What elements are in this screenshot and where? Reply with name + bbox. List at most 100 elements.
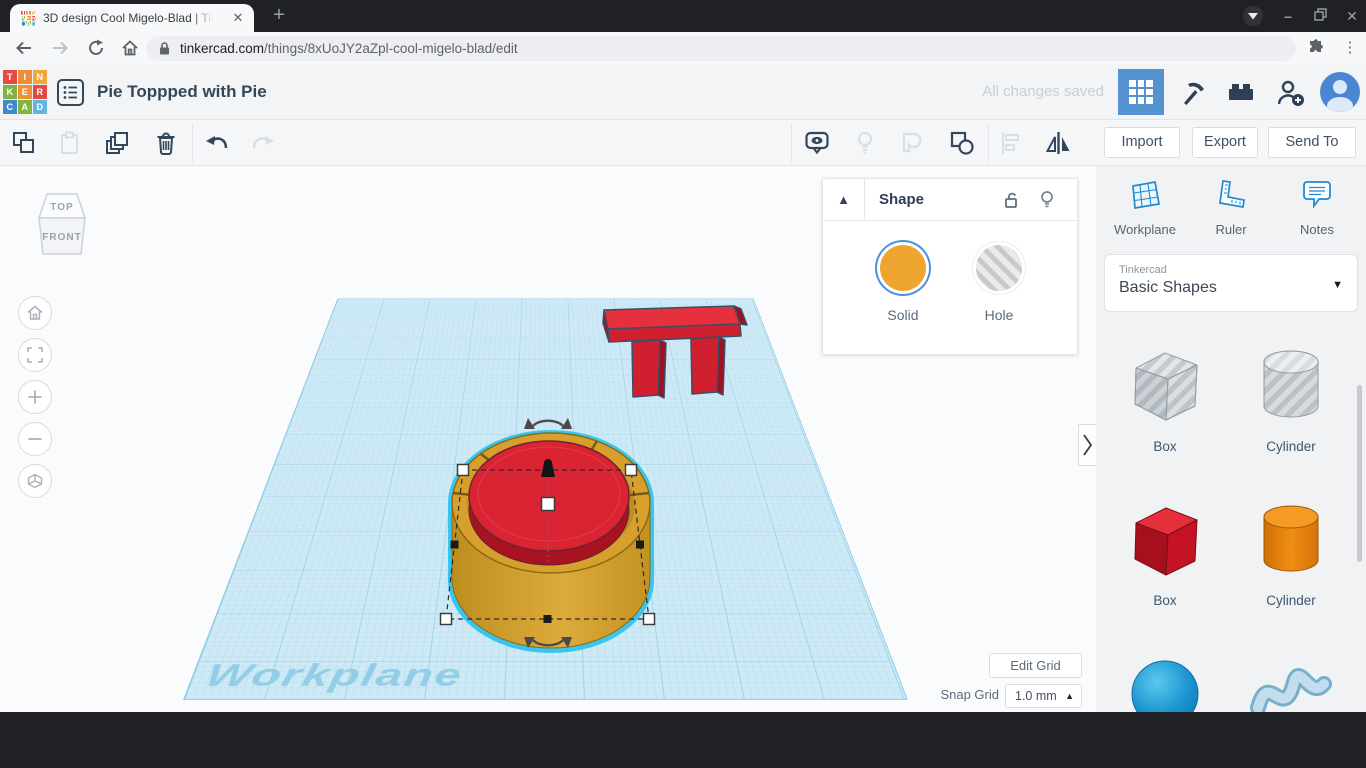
profile-avatar[interactable] [1320, 72, 1360, 112]
perspective-toggle-button[interactable] [18, 464, 52, 498]
shape-library-dropdown[interactable]: Tinkercad Basic Shapes ▼ [1104, 254, 1358, 312]
undo-icon[interactable] [201, 129, 233, 157]
blocks-view-button[interactable] [1118, 69, 1164, 115]
shape-scribble[interactable] [1232, 652, 1350, 712]
unlock-icon[interactable] [1001, 190, 1021, 210]
hole-label: Hole [984, 307, 1014, 323]
workplane-tool-label: Workplane [1114, 222, 1176, 237]
extensions-puzzle-icon[interactable] [1306, 38, 1326, 58]
svg-text:TOP: TOP [50, 202, 73, 213]
chromeos-shelf: K S 2 5:06 [0, 712, 1366, 768]
light-bulb-icon[interactable] [849, 129, 881, 157]
shape-sphere-blue[interactable] [1106, 652, 1224, 712]
shape-label: Cylinder [1266, 439, 1316, 454]
snap-grid-label: Snap Grid [940, 687, 999, 702]
browser-menu-icon[interactable]: ⋮ [1340, 36, 1360, 60]
shapes-sidebar: Workplane Ruler Notes Tinkercad Basic Sh… [1096, 166, 1366, 712]
shape-cylinder-striped[interactable]: Cylinder [1232, 344, 1350, 454]
autosave-status: All changes saved [982, 83, 1104, 100]
url-text: tinkercad.com/things/8xUoJY2aZpl-cool-mi… [180, 36, 518, 61]
new-tab-button[interactable]: + [268, 5, 290, 27]
screen: TIN KER CAD 3D design Cool Migelo-Blad |… [0, 0, 1366, 768]
window-close-button[interactable]: ✕ [1340, 4, 1364, 28]
tab-search-icon[interactable] [1243, 6, 1263, 26]
browser-tab[interactable]: TIN KER CAD 3D design Cool Migelo-Blad |… [10, 4, 254, 32]
home-icon[interactable] [120, 38, 140, 58]
window-minimize-button[interactable]: – [1276, 4, 1300, 28]
home-view-button[interactable] [18, 296, 52, 330]
minecraft-pickaxe-icon[interactable] [1166, 77, 1216, 107]
redo-icon[interactable] [247, 129, 279, 157]
tinkercad-logo[interactable]: TIN KER CAD [3, 70, 47, 114]
lego-brick-icon[interactable] [1216, 77, 1266, 107]
sphere-icon [1131, 660, 1199, 712]
inspector-header: ▲ Shape [823, 179, 1077, 221]
tinkercad-header: TIN KER CAD Pie Toppped with Pie All cha… [0, 64, 1366, 120]
shape-box-red[interactable]: Box [1106, 498, 1224, 608]
notes-icon [1303, 181, 1331, 209]
toolbar-divider [791, 124, 792, 162]
design-title[interactable]: Pie Toppped with Pie [97, 64, 267, 120]
dropdown-caret-icon: ▼ [1332, 279, 1343, 291]
shape-label: Cylinder [1266, 593, 1316, 608]
solid-swatch[interactable] [880, 245, 926, 291]
export-button[interactable]: Export [1192, 127, 1258, 158]
group-icon[interactable] [897, 129, 929, 157]
copy-icon[interactable] [8, 129, 40, 157]
grid-icon [1129, 80, 1153, 104]
notes-tool[interactable]: Notes [1274, 178, 1360, 237]
ruler-tool[interactable]: Ruler [1188, 178, 1274, 237]
paste-icon[interactable] [54, 129, 86, 157]
cylinder-orange-icon [1263, 505, 1319, 572]
reload-icon[interactable] [86, 38, 106, 58]
tab-title-fade [191, 4, 223, 32]
cylinder-striped-icon [1263, 350, 1319, 418]
back-icon[interactable] [14, 38, 34, 58]
zoom-out-button[interactable] [18, 422, 52, 456]
forward-icon[interactable] [50, 38, 70, 58]
workplane-tool[interactable]: Workplane [1102, 178, 1188, 237]
url-domain: tinkercad.com [180, 41, 265, 56]
rotate-arrow-top [524, 418, 572, 429]
snap-grid-caret-icon: ▲ [1065, 691, 1074, 701]
sidebar-scrollbar[interactable] [1357, 385, 1362, 562]
duplicate-icon[interactable] [102, 129, 134, 157]
editor-toolbar: Import Export Send To [0, 120, 1366, 166]
library-group-label: Tinkercad [1119, 264, 1167, 276]
delete-trash-icon[interactable] [150, 129, 182, 157]
sidebar-tools: Workplane Ruler Notes [1102, 178, 1360, 237]
browser-toolbar: tinkercad.com/things/8xUoJY2aZpl-cool-mi… [0, 32, 1366, 64]
tinkercad-favicon: TIN KER CAD [19, 8, 37, 29]
fit-view-button[interactable] [18, 338, 52, 372]
collapse-panel-icon[interactable]: ▲ [823, 179, 865, 221]
viewport-3d-canvas[interactable]: Workplane TOP FRONT ▲ Shape Solid Hole E… [0, 166, 1096, 712]
show-all-eye-icon[interactable] [801, 129, 833, 157]
invite-person-add-icon[interactable] [1266, 77, 1316, 107]
hide-bulb-icon[interactable] [1037, 189, 1057, 211]
browser-frame: TIN KER CAD 3D design Cool Migelo-Blad |… [0, 0, 1366, 32]
scribble-icon [1250, 668, 1332, 712]
import-button[interactable]: Import [1104, 127, 1180, 158]
design-properties-icon[interactable] [57, 79, 84, 106]
ungroup-icon[interactable] [946, 129, 978, 157]
library-selected-value: Basic Shapes [1119, 279, 1217, 296]
svg-text:FRONT: FRONT [42, 232, 81, 243]
url-omnibox[interactable]: tinkercad.com/things/8xUoJY2aZpl-cool-mi… [146, 36, 1296, 61]
window-restore-button[interactable] [1308, 4, 1332, 28]
align-icon[interactable] [995, 129, 1027, 157]
workplane-icon [1132, 181, 1160, 209]
solid-label: Solid [887, 307, 919, 323]
toolbar-divider [988, 124, 989, 162]
shape-box-striped[interactable]: Box [1106, 344, 1224, 454]
sidebar-collapse-chevron[interactable] [1078, 424, 1096, 466]
url-path: /things/8xUoJY2aZpl-cool-migelo-blad/edi… [264, 41, 518, 56]
send-to-button[interactable]: Send To [1268, 127, 1356, 158]
snap-grid-dropdown[interactable]: 1.0 mm ▲ [1005, 684, 1082, 708]
edit-grid-button[interactable]: Edit Grid [989, 653, 1082, 678]
hole-swatch[interactable] [976, 245, 1022, 291]
tab-close-icon[interactable]: ✕ [230, 10, 246, 26]
zoom-in-button[interactable] [18, 380, 52, 414]
shape-cylinder-orange[interactable]: Cylinder [1232, 498, 1350, 608]
view-cube[interactable]: TOP FRONT [32, 190, 92, 272]
mirror-flip-icon[interactable] [1043, 129, 1075, 157]
